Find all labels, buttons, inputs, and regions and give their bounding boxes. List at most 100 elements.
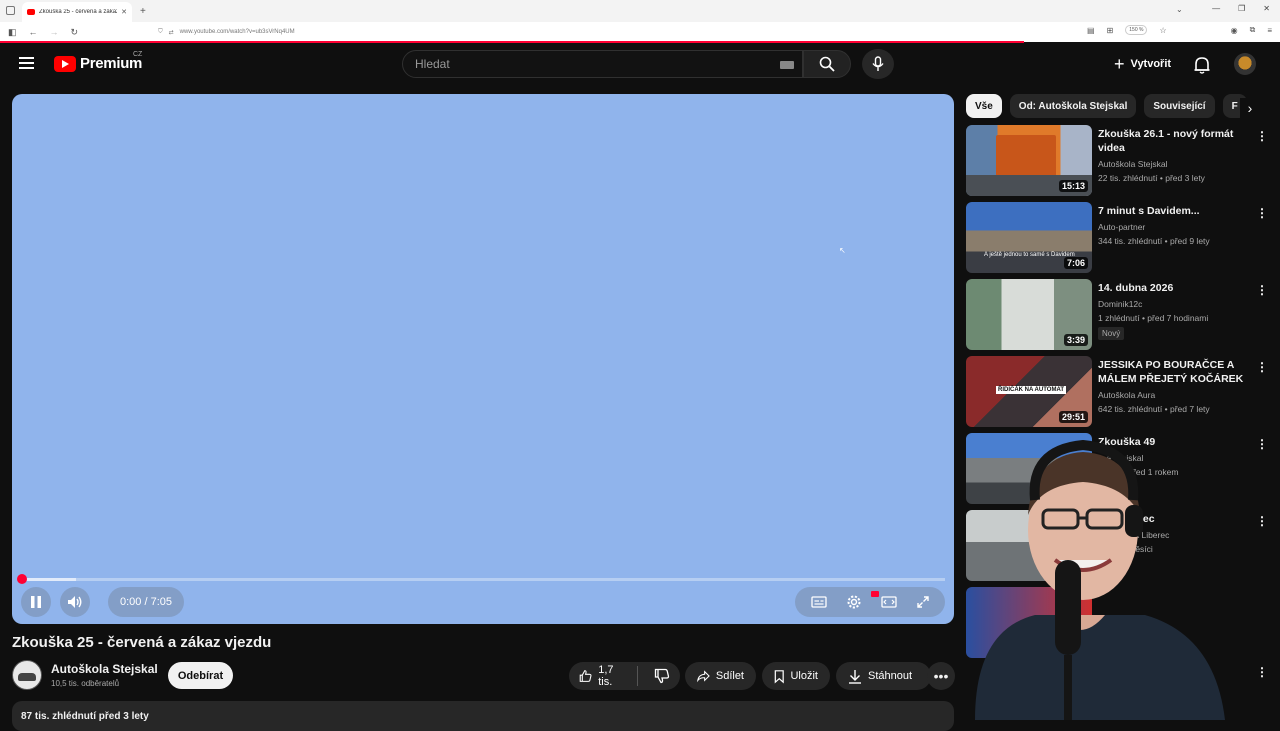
- tab-overview-icon[interactable]: [6, 6, 15, 15]
- reload-icon[interactable]: ↻: [71, 27, 79, 38]
- chip-all[interactable]: Vše: [966, 94, 1002, 118]
- recommendation-item[interactable]: ŘIDIČÁK NA AUTOMAT 29:51 JESSIKA PO BOUR…: [966, 356, 1268, 428]
- webcam-overlay: [975, 439, 1225, 720]
- description-box[interactable]: 87 tis. zhlédnutí před 3 lety: [12, 701, 954, 731]
- share-icon: [697, 670, 710, 683]
- video-thumbnail[interactable]: 3:39: [966, 279, 1092, 350]
- description-stats: 87 tis. zhlédnutí před 3 lety: [21, 711, 149, 722]
- video-thumbnail[interactable]: ŘIDIČÁK NA AUTOMAT 29:51: [966, 356, 1092, 427]
- country-code: CZ: [133, 51, 143, 58]
- chip-related[interactable]: Související: [1144, 94, 1215, 118]
- notifications-bell-icon[interactable]: [1192, 55, 1212, 75]
- pause-button[interactable]: [21, 587, 51, 617]
- channel-avatar[interactable]: [12, 660, 42, 690]
- tracking-shield-icon[interactable]: ⛉: [158, 29, 163, 36]
- recommendation-item[interactable]: 3:39 14. dubna 2026 Dominik12c 1 zhlédnu…: [966, 279, 1268, 351]
- create-label: Vytvořit: [1130, 58, 1172, 70]
- reader-view-icon[interactable]: ▤: [1087, 26, 1095, 35]
- keyboard-icon[interactable]: [780, 61, 794, 69]
- subscriber-count: 10,5 tis. odběratelů: [51, 679, 120, 688]
- account-icon[interactable]: ◉: [1231, 26, 1238, 35]
- pause-icon: [31, 596, 41, 608]
- thumbs-up-icon: [579, 670, 592, 682]
- guide-menu-icon[interactable]: [19, 57, 34, 69]
- browser-tab[interactable]: Zkouška 25 - červená a zákaz v… ✕: [22, 2, 132, 22]
- new-tab-icon[interactable]: +: [140, 6, 146, 17]
- channel-name[interactable]: Autoškola Stejskal: [51, 662, 158, 676]
- time-display: 0:00 / 7:05: [108, 587, 184, 617]
- theater-mode-icon[interactable]: [880, 596, 897, 608]
- thumbs-down-icon: [654, 668, 670, 684]
- mouse-cursor-icon: ↖: [839, 246, 846, 255]
- zoom-level[interactable]: 150 %: [1125, 25, 1148, 35]
- close-window-icon[interactable]: ✕: [1263, 4, 1270, 13]
- seek-knob[interactable]: [17, 574, 27, 584]
- save-button[interactable]: Uložit: [762, 662, 830, 690]
- recommendation-item[interactable]: 15:13 Zkouška 26.1 - nový formát videa A…: [966, 125, 1268, 197]
- settings-gear-icon[interactable]: [846, 594, 862, 610]
- more-vertical-icon[interactable]: ⋮: [1256, 665, 1268, 679]
- dislike-button[interactable]: [644, 668, 680, 684]
- translate-icon[interactable]: ⊞: [1107, 26, 1114, 35]
- site-info-icon[interactable]: ⇄: [169, 29, 174, 36]
- chips-next-chevron-icon[interactable]: ›: [1240, 98, 1260, 118]
- more-vertical-icon[interactable]: ⋮: [1256, 437, 1268, 451]
- minimize-icon[interactable]: —: [1212, 4, 1220, 13]
- restore-icon[interactable]: ❐: [1238, 4, 1245, 13]
- duration-badge: 15:13: [1058, 180, 1088, 192]
- forward-icon[interactable]: →: [50, 27, 59, 38]
- more-vertical-icon[interactable]: ⋮: [1256, 283, 1268, 297]
- new-badge: Nový: [1098, 327, 1125, 340]
- extensions-icon[interactable]: ⧉: [1250, 25, 1256, 35]
- sidebar-toggle-icon[interactable]: ◧: [8, 27, 17, 38]
- chip-from-channel[interactable]: Od: Autoškola Stejskal: [1009, 94, 1137, 118]
- menu-icon[interactable]: ≡: [1267, 26, 1272, 35]
- more-vertical-icon[interactable]: ⋮: [1256, 360, 1268, 374]
- like-count: 1,7 tis.: [598, 664, 614, 688]
- browser-tab-title: Zkouška 25 - červená a zákaz v…: [39, 9, 117, 15]
- buffered-bar: [21, 578, 77, 581]
- recommendation-title: 14. dubna 2026: [1098, 282, 1174, 294]
- url-field[interactable]: ⛉ ⇄ www.youtube.com/watch?v=ub3sVrNq4UM: [158, 29, 295, 36]
- subtitles-icon[interactable]: [810, 596, 827, 608]
- thumbnail-caption: A ještě jednou to samé s Davidem: [984, 252, 1075, 258]
- duration-badge: 7:06: [1063, 257, 1088, 269]
- url-text: www.youtube.com/watch?v=ub3sVrNq4UM: [179, 29, 295, 35]
- thumbnail-caption: ŘIDIČÁK NA AUTOMAT: [996, 386, 1066, 394]
- back-icon[interactable]: ←: [29, 27, 38, 38]
- duration-badge: 29:51: [1058, 411, 1088, 423]
- tab-list-chevron-icon[interactable]: ⌄: [1176, 5, 1183, 14]
- more-vertical-icon[interactable]: ⋮: [1256, 129, 1268, 143]
- bookmark-star-icon[interactable]: ☆: [1159, 26, 1166, 35]
- recommendation-title: JESSIKA PO BOURAČCE A MÁLEM PŘEJETÝ KOČÁ…: [1098, 359, 1244, 385]
- video-player[interactable]: ↖ 0:00 / 7:05: [12, 94, 954, 624]
- microphone-icon: [872, 56, 884, 71]
- search-button[interactable]: [803, 50, 851, 78]
- duration-badge: 3:39: [1063, 334, 1088, 346]
- more-vertical-icon[interactable]: ⋮: [1256, 514, 1268, 528]
- voice-search-button[interactable]: [862, 49, 894, 79]
- more-vertical-icon[interactable]: ⋮: [1256, 206, 1268, 220]
- like-button[interactable]: 1,7 tis.: [569, 664, 638, 688]
- recommendation-channel: Dominik12c: [1098, 299, 1143, 309]
- subscribe-button[interactable]: Odebírat: [168, 662, 233, 689]
- video-title: Zkouška 25 - červená a zákaz vjezdu: [12, 634, 272, 651]
- youtube-header: Premium CZ Hledat + Vytvořit: [0, 43, 1280, 85]
- mute-button[interactable]: [60, 587, 90, 617]
- share-button[interactable]: Sdílet: [685, 662, 756, 690]
- youtube-logo[interactable]: Premium CZ: [54, 51, 142, 72]
- close-tab-icon[interactable]: ✕: [121, 8, 127, 16]
- plus-icon: +: [1114, 54, 1125, 74]
- recommendation-item[interactable]: A ještě jednou to samé s Davidem 7:06 7 …: [966, 202, 1268, 274]
- seek-bar[interactable]: [17, 574, 945, 584]
- search-input[interactable]: Hledat: [402, 50, 803, 78]
- user-avatar[interactable]: [1234, 53, 1256, 75]
- video-thumbnail[interactable]: 15:13: [966, 125, 1092, 196]
- create-button[interactable]: + Vytvořit: [1104, 51, 1181, 77]
- share-label: Sdílet: [715, 670, 744, 682]
- recommendation-channel: Autoškola Aura: [1098, 390, 1156, 400]
- volume-icon: [68, 596, 82, 608]
- youtube-favicon-icon: [27, 9, 35, 15]
- video-thumbnail[interactable]: A ještě jednou to samé s Davidem 7:06: [966, 202, 1092, 273]
- bookmark-icon: [774, 669, 784, 684]
